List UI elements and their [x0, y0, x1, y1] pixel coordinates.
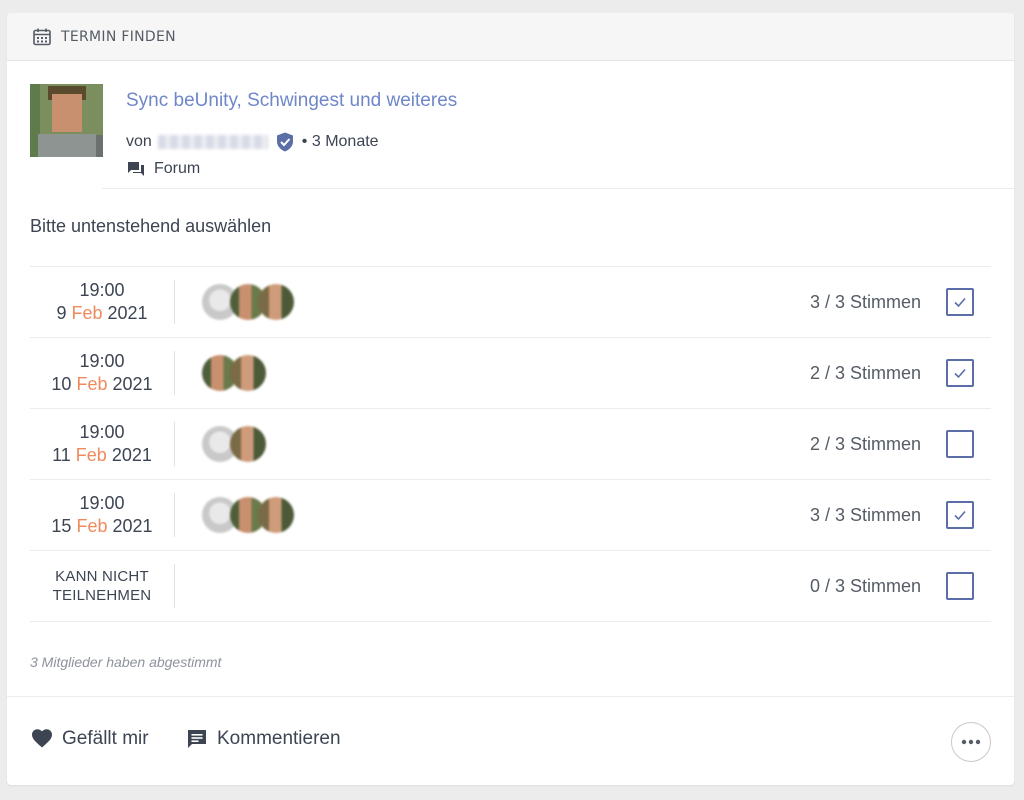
option-month: Feb [75, 445, 107, 465]
comment-label: Kommentieren [217, 728, 341, 749]
space-name: Forum [154, 160, 201, 177]
comment-button[interactable]: Kommentieren [185, 727, 341, 751]
poll-option-row[interactable]: 19:00 10 Feb 2021 2 / 3 Stimmen [30, 338, 991, 409]
more-options-button[interactable] [951, 722, 991, 762]
author-name[interactable] [157, 135, 268, 149]
option-day: 10 [51, 374, 72, 394]
check-icon [952, 507, 968, 523]
post-footer: Gefällt mir Kommentieren [7, 696, 1014, 785]
option-month: Feb [76, 516, 108, 536]
voter-avatar[interactable] [258, 497, 294, 533]
like-button[interactable]: Gefällt mir [30, 727, 149, 751]
voter-avatar[interactable] [258, 284, 294, 320]
option-divider [174, 493, 175, 537]
post-header: Sync beUnity, Schwingest und weiteres vo… [102, 61, 1014, 189]
voter-list [202, 284, 294, 320]
option-day: 15 [51, 516, 72, 536]
voter-list [202, 355, 266, 391]
check-icon [952, 294, 968, 310]
option-year: 2021 [107, 303, 148, 323]
voter-avatar[interactable] [230, 426, 266, 462]
poll-options: 19:00 9 Feb 2021 3 / 3 Stimmen 19:00 10 … [30, 266, 991, 622]
option-year: 2021 [111, 445, 152, 465]
option-date: 19:00 9 Feb 2021 [30, 279, 174, 325]
vote-checkbox[interactable] [946, 572, 974, 600]
heart-icon [30, 727, 54, 751]
vote-count: 2 / 3 Stimmen [809, 362, 921, 383]
post-space[interactable]: Forum [126, 159, 200, 179]
ellipsis-icon [961, 739, 981, 745]
vote-count: 3 / 3 Stimmen [809, 291, 921, 312]
option-month: Feb [71, 303, 103, 323]
option-divider [174, 351, 175, 395]
vote-checkbox[interactable] [946, 288, 974, 316]
poll-card: TERMIN FINDEN Sync beUnity, Schwingest u… [7, 13, 1014, 785]
option-date: 19:00 15 Feb 2021 [30, 492, 174, 538]
option-divider [174, 564, 175, 608]
option-month: Feb [76, 374, 108, 394]
option-day-line: 15 Feb 2021 [30, 515, 174, 538]
option-divider [174, 422, 175, 466]
vote-count: 3 / 3 Stimmen [809, 504, 921, 525]
card-type-label: TERMIN FINDEN [61, 28, 176, 45]
cant-attend-line1: KANN NICHT [55, 568, 149, 585]
poll-option-row[interactable]: 19:00 9 Feb 2021 3 / 3 Stimmen [30, 267, 991, 338]
option-time: 19:00 [79, 493, 125, 513]
post-meta: von • 3 Monate [126, 131, 379, 153]
option-date: 19:00 11 Feb 2021 [30, 421, 174, 467]
poll-instruction: Bitte untenstehend auswählen [30, 216, 272, 236]
option-day-line: 9 Feb 2021 [30, 302, 174, 325]
voter-list [202, 426, 266, 462]
post-age: • 3 Monate [301, 133, 379, 150]
post-title[interactable]: Sync beUnity, Schwingest und weiteres [126, 90, 457, 112]
check-icon [952, 365, 968, 381]
card-header: TERMIN FINDEN [7, 13, 1014, 61]
option-year: 2021 [112, 516, 153, 536]
poll-option-row[interactable]: 19:00 15 Feb 2021 3 / 3 Stimmen [30, 480, 991, 551]
poll-option-cant-attend[interactable]: KANN NICHT TEILNEHMEN 0 / 3 Stimmen [30, 551, 991, 622]
by-label: von [126, 133, 152, 150]
vote-count: 2 / 3 Stimmen [809, 433, 921, 454]
option-day-line: 11 Feb 2021 [30, 444, 174, 467]
option-time: 19:00 [79, 422, 125, 442]
like-label: Gefällt mir [62, 728, 149, 749]
poll-option-row[interactable]: 19:00 11 Feb 2021 2 / 3 Stimmen [30, 409, 991, 480]
vote-checkbox[interactable] [946, 359, 974, 387]
voter-list [202, 497, 294, 533]
option-year: 2021 [112, 374, 153, 394]
vote-checkbox[interactable] [946, 430, 974, 458]
option-date: 19:00 10 Feb 2021 [30, 350, 174, 396]
vote-summary: 3 Mitglieder haben abgestimmt [30, 654, 222, 670]
option-day-line: 10 Feb 2021 [30, 373, 174, 396]
calendar-icon [32, 27, 52, 47]
vote-count: 0 / 3 Stimmen [809, 575, 921, 596]
voter-avatar[interactable] [230, 355, 266, 391]
option-time: 19:00 [79, 351, 125, 371]
option-day: 9 [56, 303, 67, 323]
author-avatar[interactable] [30, 84, 103, 157]
cant-attend-line2: TEILNEHMEN [52, 587, 152, 604]
cant-attend-label: KANN NICHT TEILNEHMEN [30, 567, 174, 605]
comment-icon [185, 727, 209, 751]
option-divider [174, 280, 175, 324]
option-time: 19:00 [79, 280, 125, 300]
forum-icon [126, 159, 146, 179]
verified-badge-icon [274, 131, 296, 153]
option-day: 11 [52, 445, 71, 465]
vote-checkbox[interactable] [946, 501, 974, 529]
